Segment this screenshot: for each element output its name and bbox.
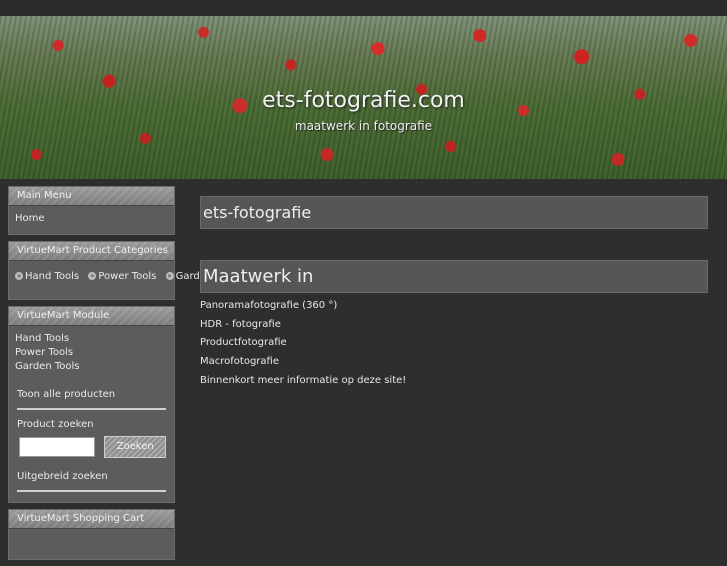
category-item-power-tools[interactable]: » Power Tools (88, 267, 156, 287)
divider (17, 408, 166, 410)
shopping-cart-title: VirtueMart Shopping Cart (9, 510, 174, 529)
virtuemart-module: VirtueMart Module Hand Tools Power Tools… (8, 306, 175, 503)
service-list: Panoramafotografie (360 °) HDR - fotogra… (200, 297, 708, 390)
arrow-bullet-icon: » (88, 272, 97, 280)
list-item: HDR - fotografie (200, 318, 281, 330)
virtuemart-module-title: VirtueMart Module (9, 307, 174, 326)
advanced-search-link[interactable]: Uitgebreid zoeken (15, 470, 168, 484)
category-item-hand-tools[interactable]: » Hand Tools (15, 267, 79, 287)
top-bar (0, 0, 727, 16)
site-subtitle: maatwerk in fotografie (294, 119, 433, 133)
list-item: Macrofotografie (200, 356, 279, 368)
vm-category-power-tools[interactable]: Power Tools (15, 346, 168, 360)
category-label: Power Tools (98, 271, 157, 282)
product-search-input[interactable] (19, 437, 95, 457)
list-item: Binnenkort meer informatie op deze site! (200, 374, 407, 386)
sidebar: Main Menu Home VirtueMart Product Catego… (8, 186, 206, 566)
section-heading: Maatwerk in (200, 260, 708, 293)
main-menu-module: Main Menu Home (8, 186, 175, 235)
header-banner: ets-fotografie.com maatwerk in fotografi… (0, 16, 727, 179)
page-title: ets-fotografie (200, 196, 708, 229)
site-title[interactable]: ets-fotografie.com (0, 88, 727, 113)
product-categories-module: VirtueMart Product Categories » Hand Tool… (8, 241, 206, 300)
list-item: Productfotografie (200, 337, 287, 349)
search-button[interactable]: Zoeken (104, 436, 167, 458)
arrow-bullet-icon: » (165, 272, 174, 280)
category-row: » Hand Tools » Power Tools » Garde (15, 267, 206, 287)
arrow-bullet-icon: » (15, 272, 23, 280)
product-categories-title: VirtueMart Product Categories (9, 242, 174, 261)
vm-category-garden-tools[interactable]: Garden Tools (15, 360, 168, 374)
shopping-cart-module: VirtueMart Shopping Cart (8, 509, 175, 560)
main-content: ets-fotografie Maatwerk in Panoramafotog… (200, 196, 708, 390)
vm-category-hand-tools[interactable]: Hand Tools (15, 332, 168, 346)
menu-item-home[interactable]: Home (15, 210, 168, 228)
show-all-products-link[interactable]: Toon alle producten (15, 388, 168, 402)
product-search-label: Product zoeken (17, 419, 94, 430)
list-item: Panoramafotografie (360 °) (200, 300, 338, 311)
main-menu-title: Main Menu (9, 187, 174, 206)
divider (17, 490, 166, 492)
category-label: Hand Tools (25, 271, 80, 282)
